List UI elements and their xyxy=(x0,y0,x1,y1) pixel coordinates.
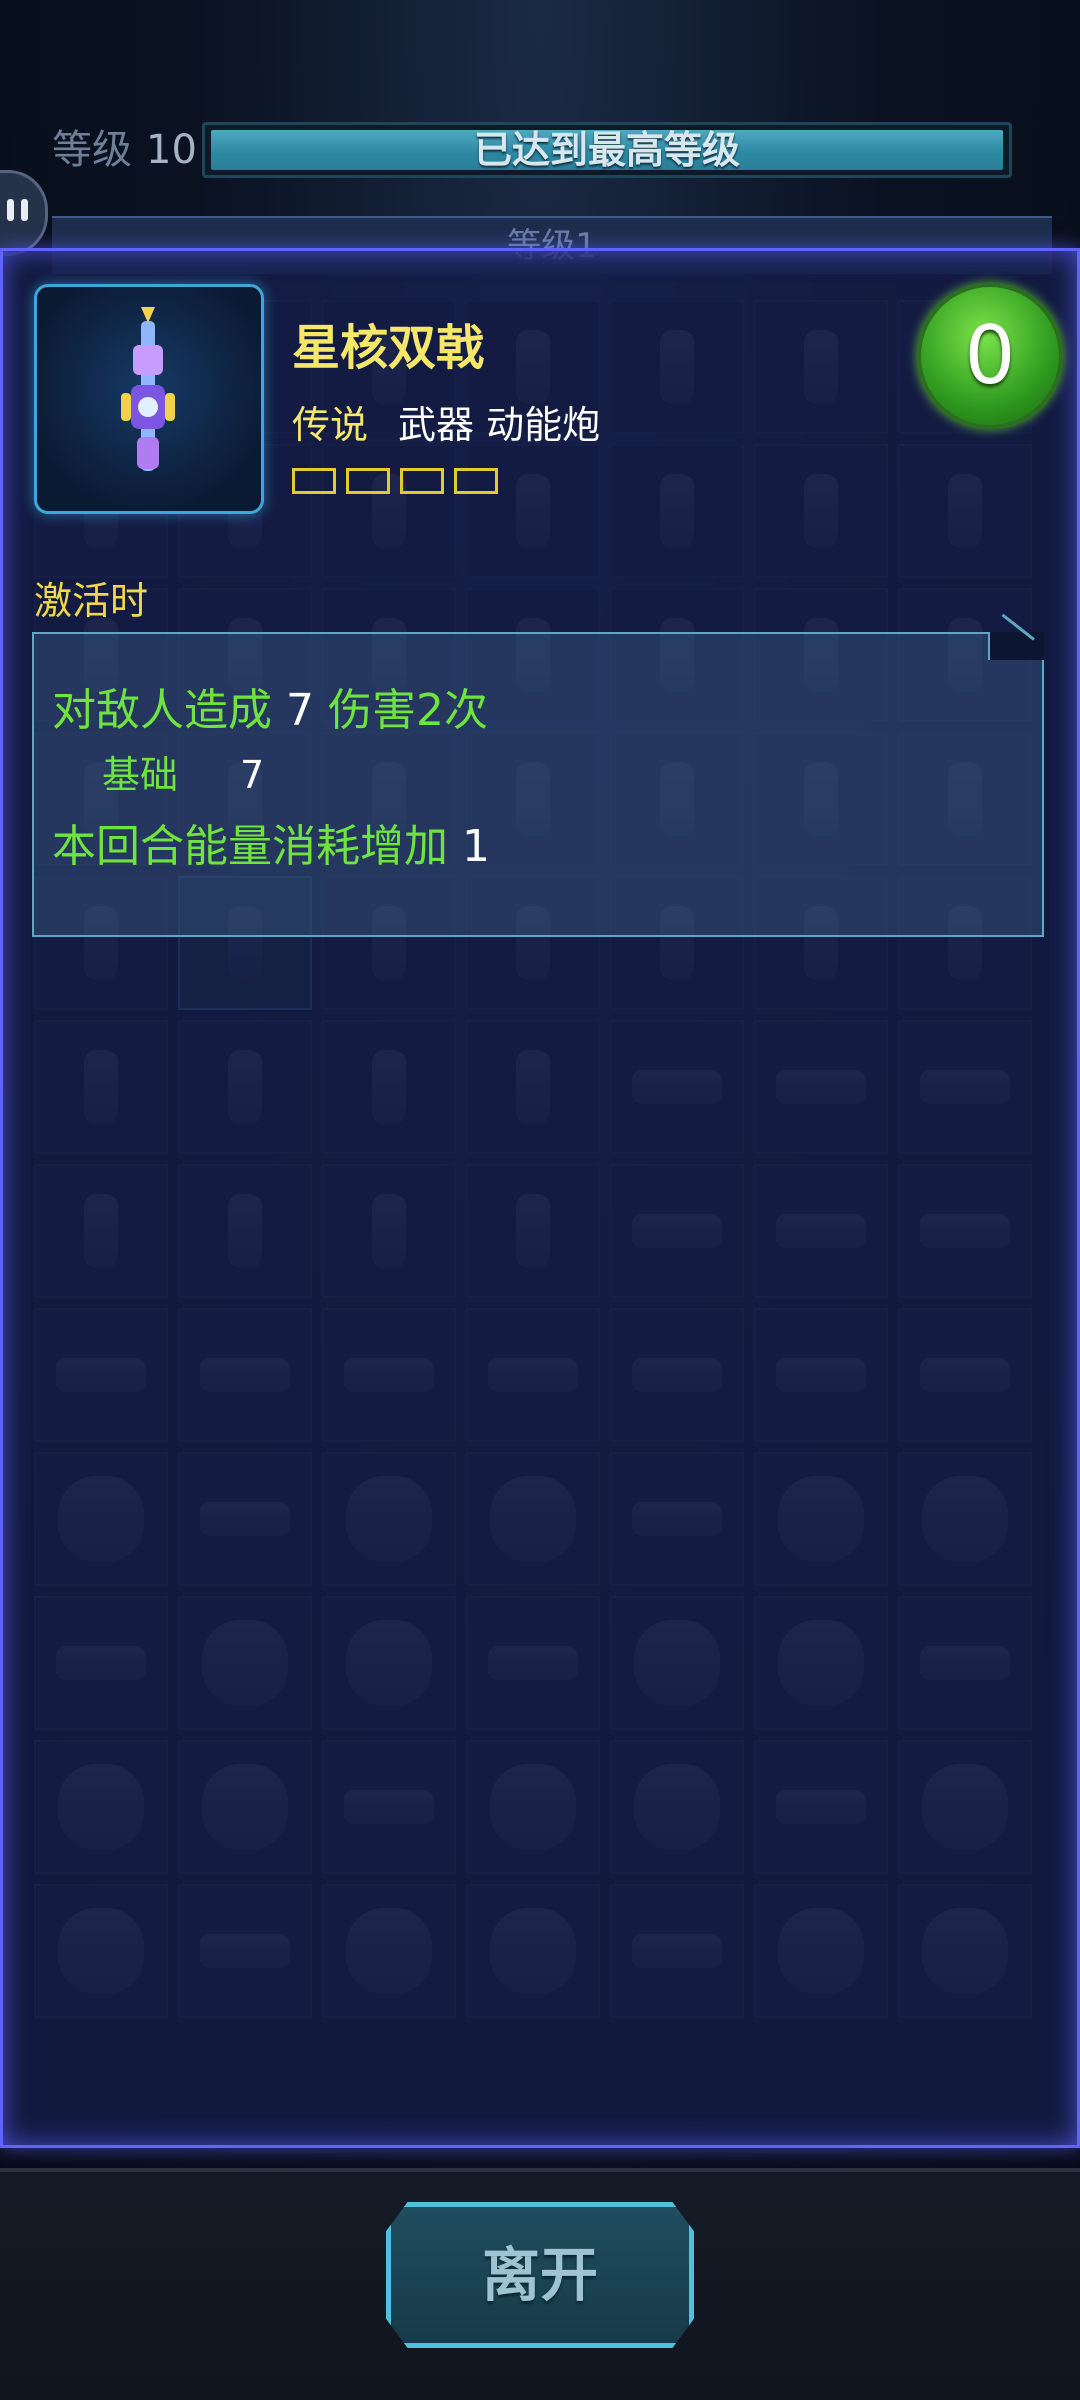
item-type: 武器 动能炮 xyxy=(398,403,601,447)
upgrade-slot xyxy=(292,468,336,494)
level-progress-bar: 已达到最高等级 xyxy=(202,122,1012,178)
pause-icon xyxy=(7,199,14,221)
corner-decoration xyxy=(988,632,1044,660)
item-rarity: 传说 xyxy=(292,403,369,447)
upgrade-slot xyxy=(346,468,390,494)
effect-damage-prefix: 对敌人造成 xyxy=(52,685,272,736)
energy-cost-badge: 0 xyxy=(916,282,1064,430)
game-screen: 等级 10 已达到最高等级 等级 1 星核双戟 传说 武器 动能炮 0 激活时 对… xyxy=(0,0,1080,2400)
leave-button-label: 离开 xyxy=(481,2241,598,2309)
level-row: 等级 10 已达到最高等级 xyxy=(0,120,1080,180)
effect-base-value: 7 xyxy=(240,753,265,797)
energy-cost-value: 0 xyxy=(964,309,1016,402)
item-name: 星核双戟 xyxy=(292,320,485,376)
level-max-text: 已达到最高等级 xyxy=(473,128,740,172)
leave-button[interactable]: 离开 xyxy=(386,2202,694,2348)
effect-energy-text: 本回合能量消耗增加 xyxy=(52,821,448,872)
weapon-icon xyxy=(121,307,175,471)
effect-energy-value: 1 xyxy=(462,821,490,872)
item-meta: 传说 武器 动能炮 xyxy=(292,394,600,449)
effect-base-label: 基础 xyxy=(102,753,179,797)
level-label-text: 等级 xyxy=(52,127,132,173)
upgrade-slots xyxy=(292,468,498,494)
level-label: 等级 10 xyxy=(52,120,197,180)
effect-base-line: 基础 7 xyxy=(102,744,264,799)
effect-damage-value: 7 xyxy=(286,685,314,736)
pause-button[interactable] xyxy=(0,170,48,256)
trigger-label: 激活时 xyxy=(34,579,149,623)
item-detail-panel xyxy=(0,248,1080,2148)
effect-description-box: 对敌人造成 7 伤害2次 基础 7 本回合能量消耗增加 1 xyxy=(32,632,1044,937)
item-icon-frame xyxy=(34,284,264,514)
effect-damage-line: 对敌人造成 7 伤害2次 xyxy=(52,674,488,738)
effect-damage-suffix: 伤害2次 xyxy=(328,685,488,736)
upgrade-slot xyxy=(454,468,498,494)
level-number: 10 xyxy=(146,127,197,173)
pause-icon-bar xyxy=(21,199,28,221)
effect-energy-line: 本回合能量消耗增加 1 xyxy=(52,810,490,874)
upgrade-slot xyxy=(400,468,444,494)
